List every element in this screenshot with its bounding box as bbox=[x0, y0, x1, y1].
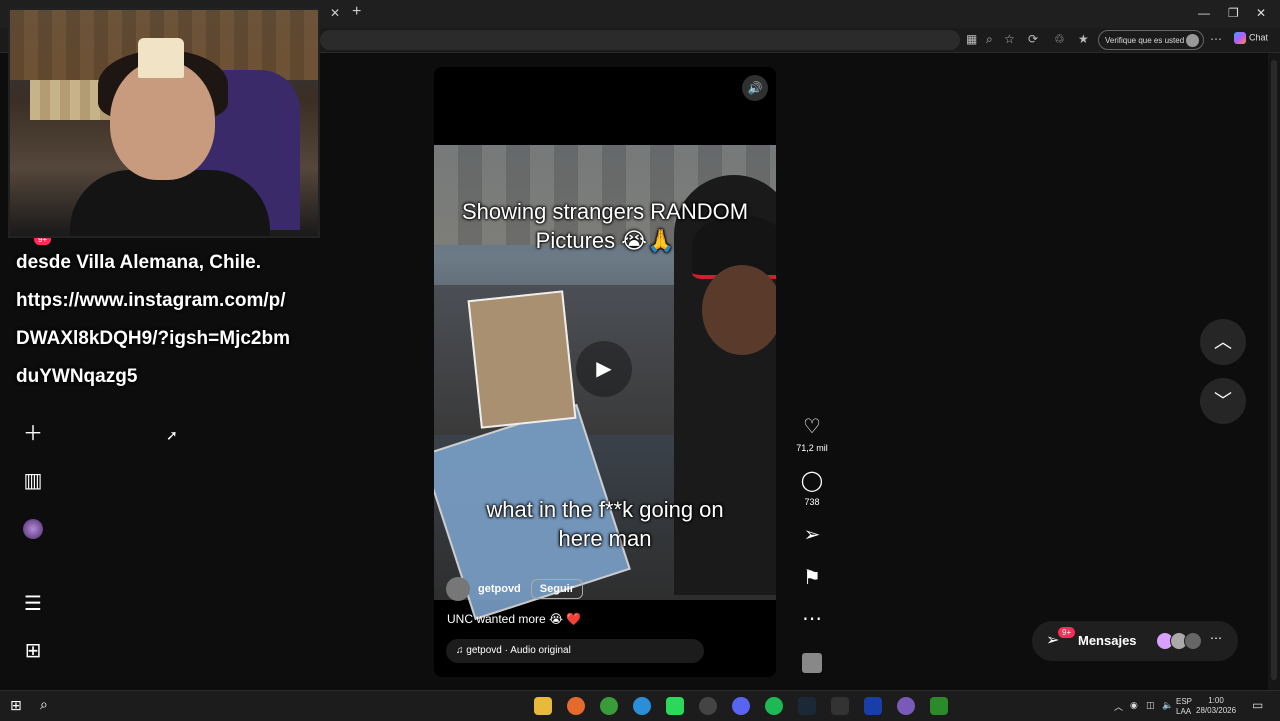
clock-time: 1:00 bbox=[1208, 696, 1224, 705]
overlay-line-3: DWAXl8kDQH9/?igsh=Mjc2bm bbox=[16, 328, 290, 349]
discord-icon[interactable] bbox=[732, 697, 750, 715]
url-input[interactable] bbox=[320, 30, 960, 50]
steam-icon[interactable] bbox=[798, 697, 816, 715]
volume-icon[interactable]: 🔈 bbox=[1162, 700, 1173, 711]
messages-label: Mensajes bbox=[1078, 633, 1137, 648]
follow-button[interactable]: Seguir bbox=[530, 578, 584, 599]
notifications-icon[interactable]: ▭ bbox=[1252, 698, 1263, 712]
share-icon[interactable]: ➢ bbox=[796, 522, 828, 547]
profile-avatar bbox=[1186, 34, 1199, 47]
comment-count: 738 bbox=[804, 497, 820, 507]
clock[interactable]: 1:00 28/03/2026 bbox=[1196, 696, 1236, 716]
audio-link[interactable]: ♫ getpovd · Audio original bbox=[446, 639, 704, 663]
previous-reel-button[interactable]: ︿ bbox=[1200, 319, 1246, 365]
keyboard-layout: LAA bbox=[1176, 707, 1192, 716]
spotify-icon[interactable] bbox=[765, 697, 783, 715]
caption-bottom-2: here man bbox=[558, 526, 652, 551]
more-apps-icon[interactable]: ⊞ bbox=[20, 638, 46, 664]
firefox-icon[interactable] bbox=[567, 697, 585, 715]
comment-icon[interactable]: ◯ bbox=[796, 468, 828, 493]
caption-top-1: Showing strangers RANDOM bbox=[461, 199, 749, 224]
more-options-icon[interactable]: ⋯ bbox=[796, 606, 828, 631]
extensions-icon[interactable]: ⟳ bbox=[1028, 32, 1038, 46]
message-avatars bbox=[1156, 632, 1202, 655]
tray-overflow-icon[interactable]: ︿ bbox=[1114, 700, 1123, 713]
chrome-icon[interactable] bbox=[600, 697, 618, 715]
close-tab-icon[interactable]: ✕ bbox=[330, 6, 340, 20]
copilot-chat-button[interactable]: Chat bbox=[1234, 32, 1268, 44]
start-icon[interactable]: ⊞ bbox=[10, 697, 22, 714]
copilot-icon bbox=[1234, 32, 1246, 44]
chat-label: Chat bbox=[1249, 32, 1269, 43]
overlay-line-1: desde Villa Alemana, Chile. bbox=[16, 252, 261, 273]
save-action: ⚑ bbox=[796, 565, 828, 590]
messages-more-icon[interactable]: ⋯ bbox=[1210, 631, 1222, 645]
settings-more-icon[interactable]: ⋯ bbox=[1210, 32, 1222, 46]
paper-crown-icon bbox=[138, 38, 184, 78]
app-play-icon[interactable] bbox=[930, 697, 948, 715]
favorite-icon[interactable]: ☆ bbox=[1004, 32, 1015, 46]
app-shell-icon[interactable] bbox=[897, 697, 915, 715]
maximize-button[interactable]: ❐ bbox=[1228, 6, 1239, 20]
split-screen-icon[interactable]: ▦ bbox=[966, 32, 977, 46]
like-count: 71,2 mil bbox=[796, 443, 828, 453]
language-indicator[interactable]: ESP LAA bbox=[1176, 697, 1192, 717]
new-tab-button[interactable]: + bbox=[352, 3, 361, 21]
share-action: ➢ bbox=[796, 522, 828, 547]
favorites-bar-icon[interactable]: ★ bbox=[1078, 32, 1089, 46]
windows-taskbar: ⊞ ⌕ ︿ ◉ ◫ 🔈 ESP LAA 1:00 28/03/2026 ▭ bbox=[0, 690, 1280, 721]
reel-player[interactable]: Showing strangers RANDOM Pictures 😭🙏 wha… bbox=[434, 67, 776, 677]
profile-icon[interactable] bbox=[20, 515, 46, 541]
heart-icon[interactable]: ♡ bbox=[796, 414, 828, 439]
minimize-button[interactable]: — bbox=[1198, 6, 1210, 20]
next-reel-button[interactable]: ﹀ bbox=[1200, 378, 1246, 424]
scrollbar-thumb[interactable] bbox=[1271, 60, 1277, 680]
caption-top-2: Pictures 😭🙏 bbox=[535, 228, 675, 253]
clock-date: 28/03/2026 bbox=[1196, 706, 1237, 715]
menu-icon[interactable]: ☰ bbox=[20, 591, 46, 617]
reel-description: UNC wanted more 😭 ❤️ bbox=[447, 612, 582, 626]
messages-button[interactable]: ➢ 9+ Mensajes ⋯ bbox=[1032, 621, 1238, 661]
terminal-icon[interactable] bbox=[831, 697, 849, 715]
like-action: ♡ 71,2 mil bbox=[796, 414, 828, 453]
close-window-button[interactable]: ✕ bbox=[1256, 6, 1266, 20]
language-code: ESP bbox=[1176, 697, 1193, 706]
network-icon[interactable]: ◫ bbox=[1146, 700, 1155, 711]
create-icon[interactable]: ＋ bbox=[20, 421, 46, 447]
play-icon[interactable]: ▶ bbox=[576, 341, 632, 397]
edge-icon[interactable] bbox=[633, 697, 651, 715]
search-icon[interactable]: ⌕ bbox=[40, 696, 48, 713]
overlay-line-4: duYWNqazg5 bbox=[16, 366, 138, 387]
more-action: ⋯ bbox=[796, 606, 828, 631]
mouse-cursor-icon: ➚ bbox=[166, 427, 178, 443]
caption-bottom-1: what in the f**k going on bbox=[486, 497, 724, 522]
held-photo bbox=[467, 290, 577, 429]
tray-app-icon[interactable]: ◉ bbox=[1130, 700, 1138, 711]
profile-verify-button[interactable]: Verifique que es usted bbox=[1098, 30, 1204, 50]
messages-badge: 9+ bbox=[1058, 627, 1076, 638]
overlay-line-2: https://www.instagram.com/p/ bbox=[16, 290, 286, 311]
bookmark-icon[interactable]: ⚑ bbox=[796, 565, 828, 590]
file-explorer-icon[interactable] bbox=[534, 697, 552, 715]
author-avatar[interactable] bbox=[446, 577, 470, 601]
zoom-icon[interactable]: ⌕ bbox=[986, 32, 993, 47]
comment-action: ◯ 738 bbox=[796, 468, 828, 507]
dashboard-icon[interactable]: ▥ bbox=[20, 468, 46, 494]
streamer-webcam bbox=[8, 8, 320, 238]
kick-icon[interactable] bbox=[666, 697, 684, 715]
obs-icon[interactable] bbox=[699, 697, 717, 715]
audio-thumb[interactable] bbox=[796, 653, 828, 678]
sound-icon[interactable]: 🔊 bbox=[742, 75, 768, 101]
reel-author: getpovd Seguir bbox=[446, 577, 584, 601]
verify-label: Verifique que es usted bbox=[1105, 36, 1185, 45]
browser-essentials-icon[interactable]: ♲ bbox=[1054, 32, 1065, 46]
app-n-icon[interactable] bbox=[864, 697, 882, 715]
author-name[interactable]: getpovd bbox=[478, 583, 521, 595]
